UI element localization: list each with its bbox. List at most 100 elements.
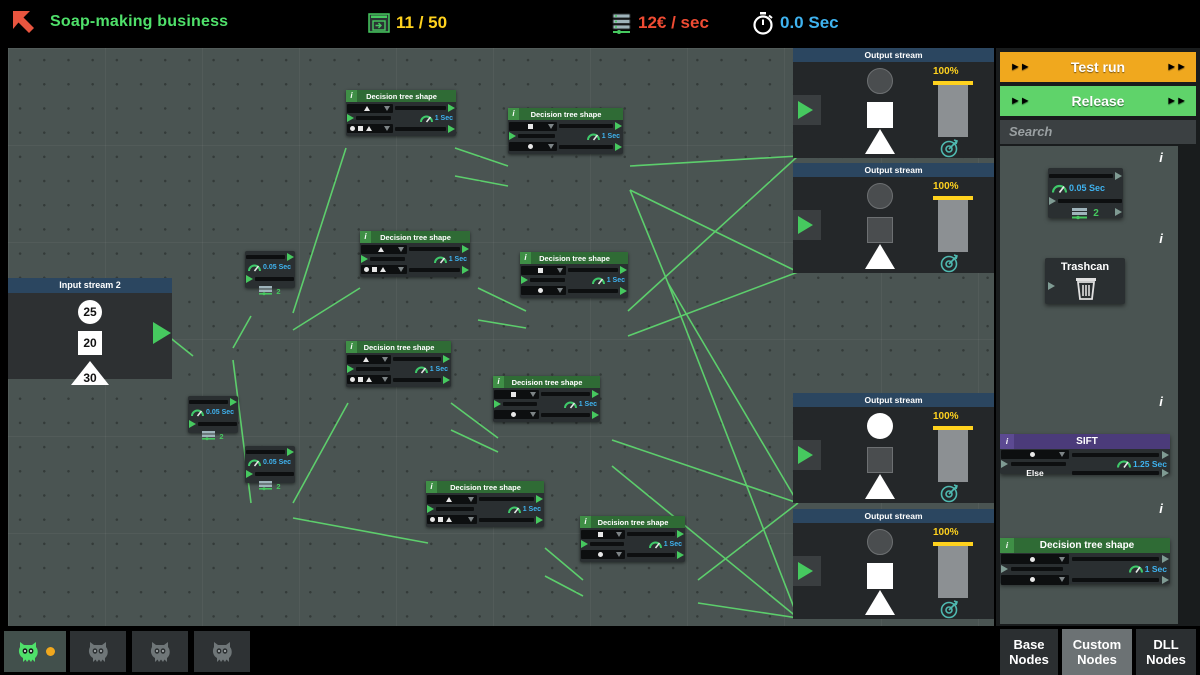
output-stream-input-port[interactable] — [798, 446, 813, 464]
condition-slot-bottom[interactable] — [509, 142, 557, 151]
node-info-button[interactable]: i — [426, 481, 437, 493]
node-output-port-false[interactable] — [677, 551, 684, 559]
node-output-port-true[interactable] — [536, 495, 543, 503]
output-stream-input-port[interactable] — [798, 101, 813, 119]
chevron-down-icon[interactable] — [382, 377, 388, 382]
node-gauge[interactable]: 1 Sec — [434, 255, 469, 264]
node-input-port[interactable] — [521, 276, 528, 284]
condition-slot-top[interactable] — [509, 122, 557, 131]
chevron-down-icon[interactable] — [616, 532, 622, 537]
output-stream-panel[interactable]: Output stream 100% — [793, 48, 994, 158]
chevron-down-icon[interactable] — [557, 268, 563, 273]
info-icon[interactable]: i — [1158, 150, 1164, 165]
target-icon[interactable] — [940, 599, 960, 619]
node-info-button[interactable]: i — [520, 252, 531, 264]
node-output-port-false[interactable] — [462, 266, 469, 274]
chevron-down-icon[interactable] — [382, 357, 388, 362]
chevron-down-icon[interactable] — [468, 497, 474, 502]
node-info-button[interactable]: i — [580, 516, 591, 528]
node-input-port[interactable] — [581, 540, 588, 548]
output-stream-panel[interactable]: Output stream 100% — [793, 163, 994, 273]
node-input-port[interactable] — [427, 505, 434, 513]
circuit-tab-4[interactable] — [194, 631, 250, 672]
condition-slot-top[interactable] — [581, 530, 625, 539]
condition-slot-top[interactable] — [427, 495, 477, 504]
node-info-button[interactable]: i — [508, 108, 519, 120]
decision-tree-node[interactable]: i Decision tree shape 1 Sec — [360, 231, 470, 277]
palette-timer-node[interactable]: 0.05 Sec 2 — [1048, 168, 1123, 218]
output-stream-panel[interactable]: Output stream 100% — [793, 393, 994, 503]
chevron-down-icon[interactable] — [616, 552, 622, 557]
chevron-down-icon[interactable] — [384, 126, 390, 131]
node-gauge[interactable]: 1 Sec — [508, 505, 543, 514]
palette-sift-node[interactable]: i SIFT 1.25 Sec Els — [1000, 434, 1170, 474]
input-stream-node[interactable]: Input stream 2 25 20 30 — [8, 278, 172, 379]
node-gauge[interactable]: 1 Sec — [420, 114, 455, 123]
node-output-port-false[interactable] — [615, 143, 622, 151]
decision-tree-node[interactable]: i Decision tree shape 1 Sec — [580, 516, 685, 562]
node-output-port-true[interactable] — [443, 355, 450, 363]
output-stream-input-port[interactable] — [798, 216, 813, 234]
condition-slot-bottom[interactable] — [347, 124, 393, 133]
palette-decision-node[interactable]: i Decision tree shape 1 Sec — [1000, 538, 1170, 584]
node-gauge[interactable]: 1 Sec — [587, 132, 622, 141]
condition-slot-top[interactable] — [347, 104, 393, 113]
condition-slot-bottom[interactable] — [347, 375, 391, 384]
node-output-port-true[interactable] — [592, 390, 599, 398]
node-info-button[interactable]: i — [360, 231, 371, 243]
target-icon[interactable] — [940, 138, 960, 158]
release-button[interactable]: ►► Release ►► — [1000, 86, 1196, 116]
timer-node[interactable]: 0.05 Sec 2 — [188, 396, 238, 433]
node-gauge[interactable]: 1 Sec — [649, 540, 684, 549]
node-info-button[interactable]: i — [346, 341, 357, 353]
node-output-port-true[interactable] — [462, 245, 469, 253]
node-output-port-true[interactable] — [620, 266, 627, 274]
chevron-down-icon[interactable] — [530, 412, 536, 417]
decision-tree-node[interactable]: i Decision tree shape 1 Sec — [508, 108, 623, 154]
chevron-down-icon[interactable] — [398, 267, 404, 272]
tab-custom-nodes[interactable]: Custom Nodes — [1062, 629, 1132, 675]
search-input[interactable]: Search — [1000, 120, 1196, 144]
chevron-down-icon[interactable] — [468, 517, 474, 522]
chevron-down-icon[interactable] — [398, 247, 404, 252]
output-stream-input-port[interactable] — [798, 562, 813, 580]
chevron-down-icon[interactable] — [384, 106, 390, 111]
condition-slot-top[interactable] — [521, 266, 566, 275]
node-output-port-false[interactable] — [592, 411, 599, 419]
palette-trashcan-node[interactable]: Trashcan — [1045, 258, 1125, 304]
node-output-port-true[interactable] — [677, 530, 684, 538]
info-icon[interactable]: i — [1158, 394, 1164, 409]
info-icon[interactable]: i — [1158, 231, 1164, 246]
node-input-port[interactable] — [361, 255, 368, 263]
timer-node[interactable]: 0.05 Sec 2 — [245, 446, 295, 483]
node-output-port-false[interactable] — [620, 287, 627, 295]
chevron-down-icon[interactable] — [557, 288, 563, 293]
tab-base-nodes[interactable]: Base Nodes — [1000, 629, 1058, 675]
node-gauge[interactable]: 1 Sec — [564, 400, 599, 409]
sift-info-button[interactable]: i — [1000, 434, 1014, 449]
tab-dll-nodes[interactable]: DLL Nodes — [1136, 629, 1196, 675]
output-stream-panel[interactable]: Output stream 100% — [793, 509, 994, 619]
input-stream-output-port[interactable] — [153, 322, 171, 344]
node-graph-canvas[interactable]: Input stream 2 25 20 30 0.05 Sec — [8, 48, 994, 626]
timer-node[interactable]: 0.05 Sec 2 — [245, 251, 295, 288]
decision-tree-node[interactable]: i Decision tree shape 1 Sec — [520, 252, 628, 298]
target-icon[interactable] — [940, 483, 960, 503]
node-output-port-false[interactable] — [536, 516, 543, 524]
condition-slot-bottom[interactable] — [521, 286, 566, 295]
condition-slot-bottom[interactable] — [427, 515, 477, 524]
node-output-port-true[interactable] — [615, 122, 622, 130]
node-info-button[interactable]: i — [493, 376, 504, 388]
node-output-port-false[interactable] — [448, 125, 455, 133]
decision-info-button[interactable]: i — [1000, 538, 1014, 553]
node-input-port[interactable] — [347, 114, 354, 122]
node-gauge[interactable]: 1 Sec — [592, 276, 627, 285]
node-input-port[interactable] — [494, 400, 501, 408]
condition-slot-bottom[interactable] — [361, 265, 407, 274]
circuit-tab-2[interactable] — [70, 631, 126, 672]
node-output-port-false[interactable] — [443, 376, 450, 384]
node-input-port[interactable] — [347, 365, 354, 373]
target-icon[interactable] — [940, 253, 960, 273]
condition-slot-bottom[interactable] — [581, 550, 625, 559]
node-output-port-true[interactable] — [448, 104, 455, 112]
